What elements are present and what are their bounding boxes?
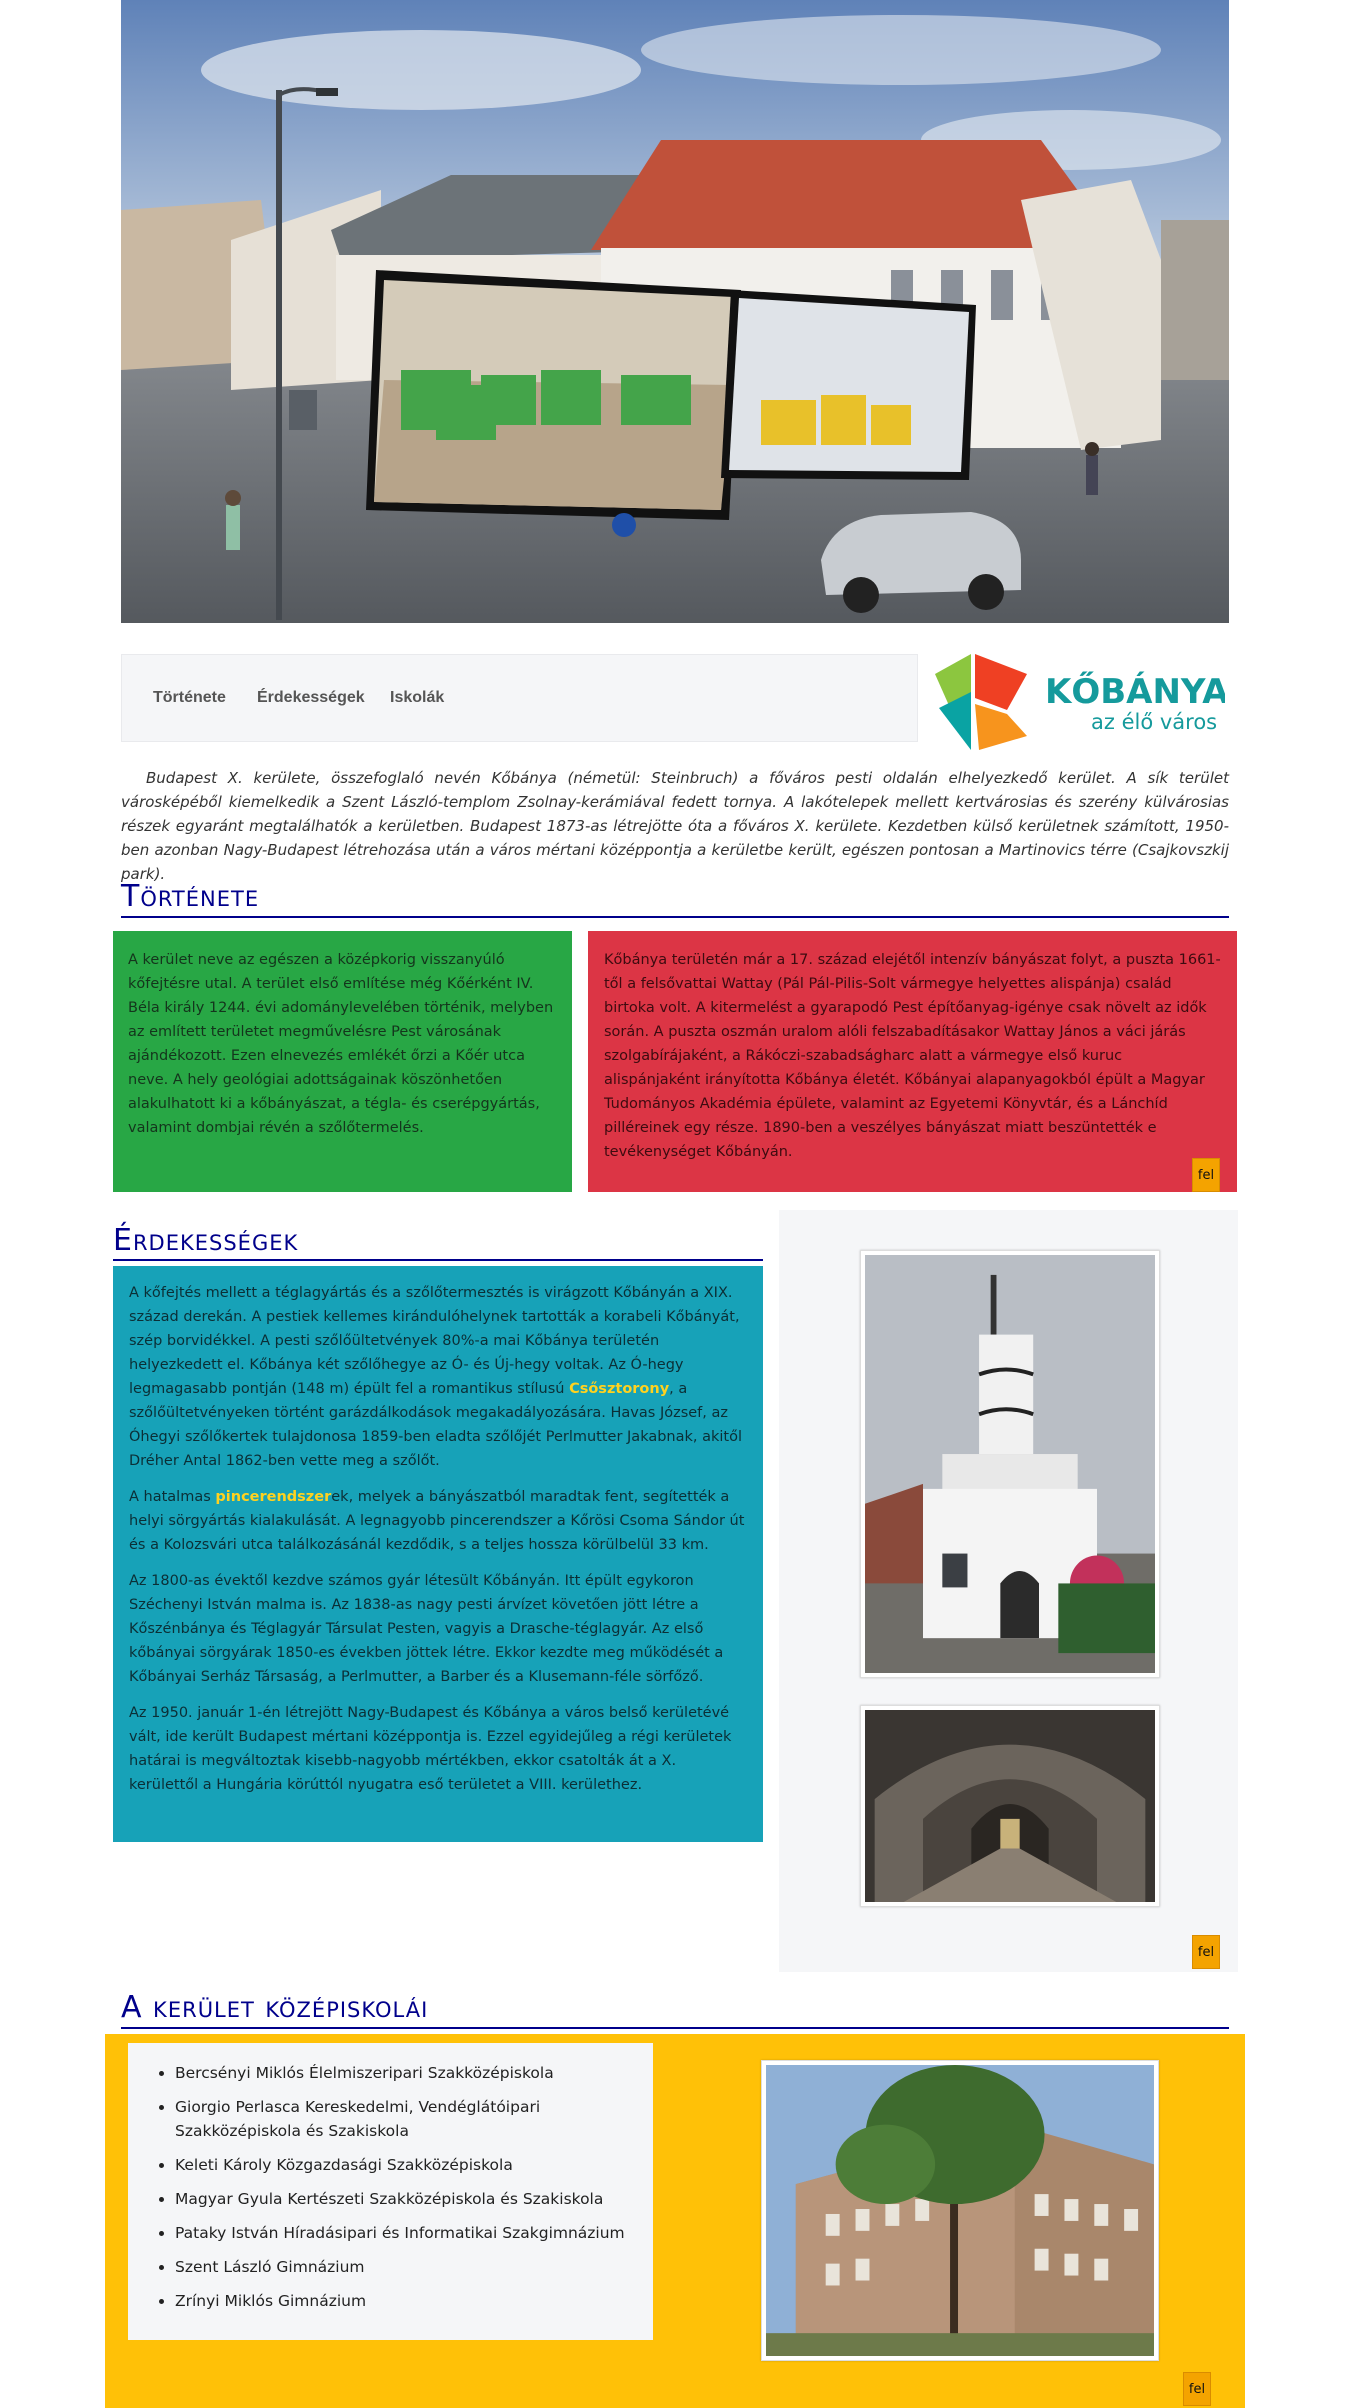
interesting-paragraph-3: Az 1800-as évektől kezdve számos gyár lé… bbox=[129, 1573, 724, 1685]
text-span: A hatalmas bbox=[129, 1489, 216, 1505]
logo-mark-icon bbox=[935, 654, 1027, 750]
school-item: Szent László Gimnázium bbox=[175, 2255, 653, 2279]
logo-title: KŐBÁNYA bbox=[1045, 671, 1225, 712]
nav-link-iskolak[interactable]: Iskolák bbox=[390, 689, 444, 707]
nav-link-tortenete[interactable]: Története bbox=[153, 689, 226, 707]
section-divider bbox=[113, 1259, 763, 1261]
nav-link-erdekessegek[interactable]: Érdekességek bbox=[257, 689, 365, 707]
kobanya-logo[interactable]: KŐBÁNYA az élő város bbox=[935, 652, 1229, 752]
interesting-paragraph-1: A kőfejtés mellett a téglagyártás és a s… bbox=[129, 1281, 747, 1473]
school-item: Giorgio Perlasca Kereskedelmi, Vendéglát… bbox=[175, 2095, 653, 2143]
history-box-left: A kerület neve az egészen a középkorig v… bbox=[113, 931, 572, 1192]
school-item: Keleti Károly Közgazdasági Szakközépisko… bbox=[175, 2153, 653, 2177]
interesting-paragraph-4: Az 1950. január 1-én létrejött Nagy-Buda… bbox=[129, 1705, 732, 1793]
hero-image bbox=[121, 0, 1229, 623]
intro-paragraph: Budapest X. kerülete, összefoglaló nevén… bbox=[121, 769, 1229, 883]
interesting-paragraph-2: A hatalmas pincerendszerek, melyek a bán… bbox=[129, 1485, 747, 1557]
history-left-text: A kerület neve az egészen a középkorig v… bbox=[128, 952, 554, 1136]
csosztorony-photo bbox=[860, 1250, 1160, 1678]
section-title-erdekessegek: Érdekességek bbox=[113, 1223, 299, 1258]
section-divider bbox=[121, 916, 1229, 918]
section-divider bbox=[121, 2027, 1229, 2029]
section-title-iskolak: A kerület középiskolái bbox=[121, 1990, 429, 2025]
school-building-photo bbox=[761, 2060, 1159, 2361]
school-item: Magyar Gyula Kertészeti Szakközépiskola … bbox=[175, 2187, 653, 2211]
section-title-tortenete: Története bbox=[121, 879, 260, 914]
back-to-top-button[interactable]: fel bbox=[1183, 2372, 1211, 2406]
logo-tagline: az élő város bbox=[1091, 710, 1217, 734]
schools-list: Bercsényi Miklós Élelmiszeripari Szakköz… bbox=[128, 2061, 653, 2313]
back-to-top-button[interactable]: fel bbox=[1192, 1935, 1220, 1969]
history-right-text: Kőbánya területén már a 17. század elejé… bbox=[604, 952, 1221, 1160]
school-item: Pataky István Híradásipari és Informatik… bbox=[175, 2221, 653, 2245]
pincerendszer-photo bbox=[860, 1705, 1160, 1907]
interesting-box: A kőfejtés mellett a téglagyártás és a s… bbox=[113, 1266, 763, 1842]
schools-list-box: Bercsényi Miklós Élelmiszeripari Szakköz… bbox=[128, 2043, 653, 2340]
history-box-right: Kőbánya területén már a 17. század elejé… bbox=[588, 931, 1237, 1192]
back-to-top-button[interactable]: fel bbox=[1192, 1158, 1220, 1192]
pincerendszer-link[interactable]: pincerendszer bbox=[215, 1489, 331, 1505]
school-item: Bercsényi Miklós Élelmiszeripari Szakköz… bbox=[175, 2061, 653, 2085]
school-item: Zrínyi Miklós Gimnázium bbox=[175, 2289, 653, 2313]
csosztorony-link[interactable]: Csősztorony bbox=[569, 1381, 669, 1397]
main-navigation: Története Érdekességek Iskolák bbox=[121, 654, 918, 742]
